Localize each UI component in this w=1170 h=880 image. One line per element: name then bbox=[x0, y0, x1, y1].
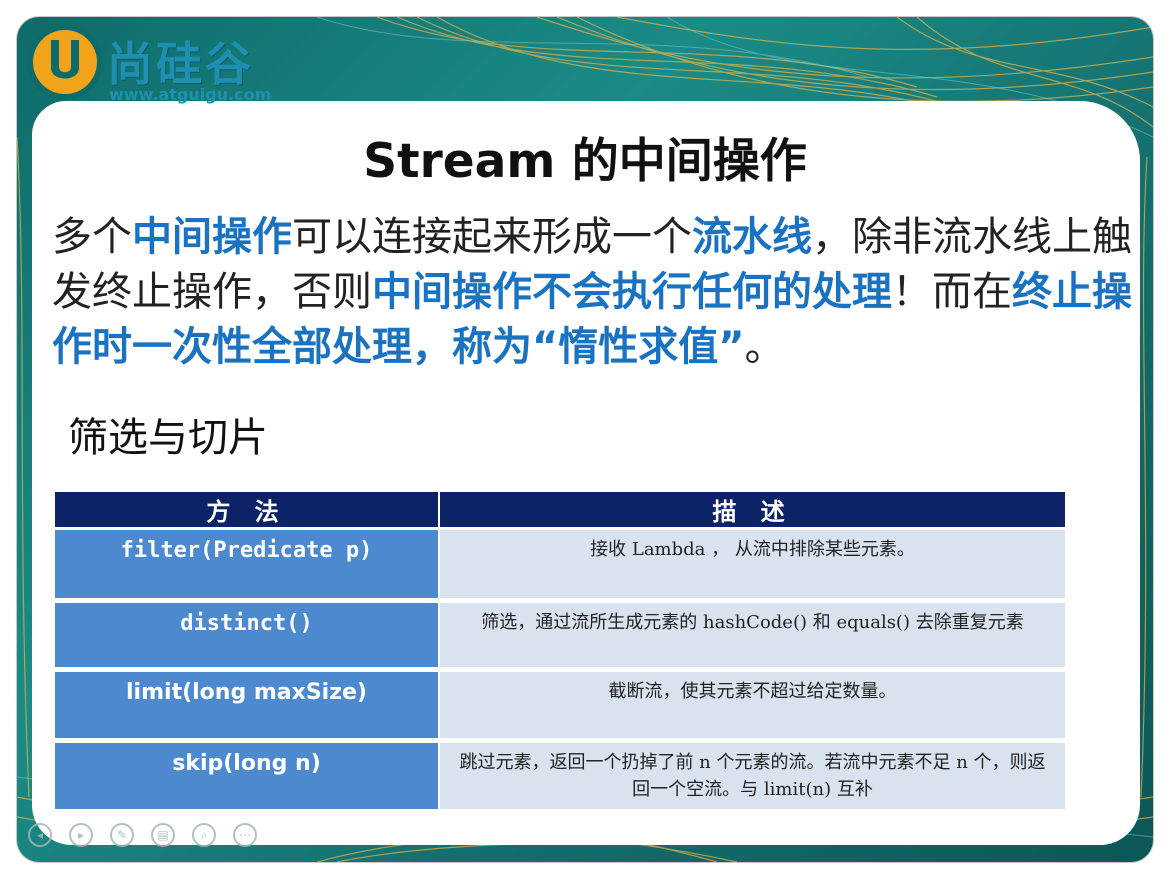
paragraph-segment: 。 bbox=[744, 324, 785, 370]
method-cell: distinct() bbox=[55, 603, 440, 672]
paragraph-highlight: 中间操作不会执行任何的处理 bbox=[372, 269, 892, 315]
paragraph-segment: 多个 bbox=[52, 214, 132, 260]
section-heading: 筛选与切片 bbox=[68, 415, 268, 461]
description-cell: 跳过元素，返回一个扔掉了前 n 个元素的流。若流中元素不足 n 个，则返回一个空… bbox=[440, 743, 1065, 814]
prev-icon[interactable]: ◂ bbox=[28, 823, 52, 847]
method-cell: skip(long n) bbox=[55, 743, 440, 814]
pen-icon[interactable]: ✎ bbox=[110, 823, 134, 847]
table-row: skip(long n) 跳过元素，返回一个扔掉了前 n 个元素的流。若流中元素… bbox=[55, 743, 1065, 814]
next-icon[interactable]: ▸ bbox=[69, 823, 93, 847]
paragraph-segment: 可以连接起来形成一个 bbox=[292, 214, 692, 260]
header-method: 方 法 bbox=[55, 492, 440, 530]
header-description: 描 述 bbox=[440, 492, 1065, 530]
slide-paragraph: 多个中间操作可以连接起来形成一个流水线，除非流水线上触发终止操作，否则中间操作不… bbox=[52, 210, 1132, 375]
description-cell: 接收 Lambda ， 从流中排除某些元素。 bbox=[440, 530, 1065, 603]
methods-table: 方 法 描 述 filter(Predicate p) 接收 Lambda ， … bbox=[55, 492, 1065, 814]
paragraph-segment: ！而在 bbox=[892, 269, 1012, 315]
menu-icon[interactable]: ▤ bbox=[151, 823, 175, 847]
slide-title: Stream 的中间操作 bbox=[363, 134, 807, 189]
description-cell: 截断流，使其元素不超过给定数量。 bbox=[440, 672, 1065, 743]
table-row: filter(Predicate p) 接收 Lambda ， 从流中排除某些元… bbox=[55, 530, 1065, 603]
table-row: distinct() 筛选，通过流所生成元素的 hashCode() 和 equ… bbox=[55, 603, 1065, 672]
method-cell: filter(Predicate p) bbox=[55, 530, 440, 603]
logo-u-icon bbox=[27, 24, 103, 100]
brand-logo: 尚硅谷 www.atguigu.com bbox=[25, 22, 310, 114]
paragraph-highlight: 流水线 bbox=[692, 214, 812, 260]
method-cell: limit(long maxSize) bbox=[55, 672, 440, 743]
zoom-icon[interactable]: ⌕ bbox=[192, 823, 216, 847]
paragraph-highlight: 中间操作 bbox=[132, 214, 292, 260]
slideshow-toolbar: ◂ ▸ ✎ ▤ ⌕ ⋯ bbox=[28, 823, 274, 849]
table-header-row: 方 法 描 述 bbox=[55, 492, 1065, 530]
more-icon[interactable]: ⋯ bbox=[233, 823, 257, 847]
description-cell: 筛选，通过流所生成元素的 hashCode() 和 equals() 去除重复元… bbox=[440, 603, 1065, 672]
table-row: limit(long maxSize) 截断流，使其元素不超过给定数量。 bbox=[55, 672, 1065, 743]
logo-url: www.atguigu.com bbox=[109, 85, 272, 104]
